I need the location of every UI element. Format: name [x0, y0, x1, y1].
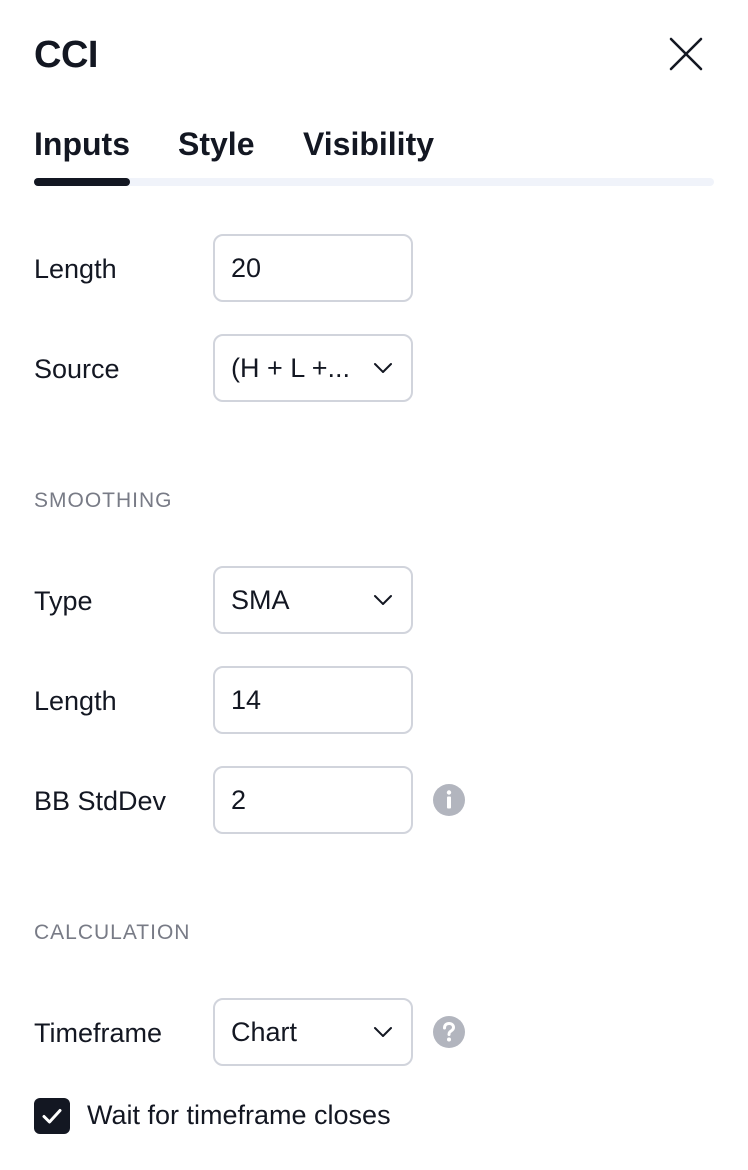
timeframe-select[interactable]: Chart — [213, 998, 413, 1066]
tab-visibility[interactable]: Visibility — [303, 126, 434, 163]
timeframe-value: Chart — [231, 1016, 298, 1047]
close-icon — [669, 37, 703, 71]
smoothing-length-input[interactable] — [213, 666, 413, 734]
chevron-down-icon — [374, 595, 392, 605]
calculation-section-title: CALCULATION — [34, 921, 191, 944]
tab-track — [34, 178, 714, 186]
length-input[interactable] — [213, 234, 413, 302]
source-select[interactable]: (H + L +... — [213, 334, 413, 402]
help-icon[interactable] — [432, 1015, 466, 1049]
wait-for-close-label[interactable]: Wait for timeframe closes — [87, 1100, 391, 1131]
close-button[interactable] — [664, 32, 708, 76]
wait-for-close-checkbox[interactable] — [34, 1098, 70, 1134]
active-tab-indicator — [34, 178, 130, 186]
bb-stddev-input[interactable] — [213, 766, 413, 834]
length-label: Length — [34, 254, 117, 284]
timeframe-label: Timeframe — [34, 1018, 163, 1048]
chevron-down-icon — [374, 1027, 392, 1037]
chevron-down-icon — [374, 363, 392, 373]
bb-stddev-label: BB StdDev — [34, 786, 167, 816]
info-icon[interactable] — [432, 783, 466, 817]
type-label: Type — [34, 586, 93, 616]
indicator-settings-dialog: CCI Inputs Style Visibility Length Sourc… — [0, 0, 748, 1170]
smoothing-section-title: SMOOTHING — [34, 489, 173, 512]
dialog-title: CCI — [34, 34, 98, 76]
smoothing-type-select[interactable]: SMA — [213, 566, 413, 634]
tab-inputs[interactable]: Inputs — [34, 126, 130, 163]
source-label: Source — [34, 354, 120, 384]
tab-style[interactable]: Style — [178, 126, 254, 163]
source-select-value: (H + L +... — [231, 352, 351, 383]
check-icon — [42, 1109, 62, 1124]
smoothing-type-value: SMA — [231, 584, 290, 615]
smoothing-length-label: Length — [34, 686, 117, 716]
